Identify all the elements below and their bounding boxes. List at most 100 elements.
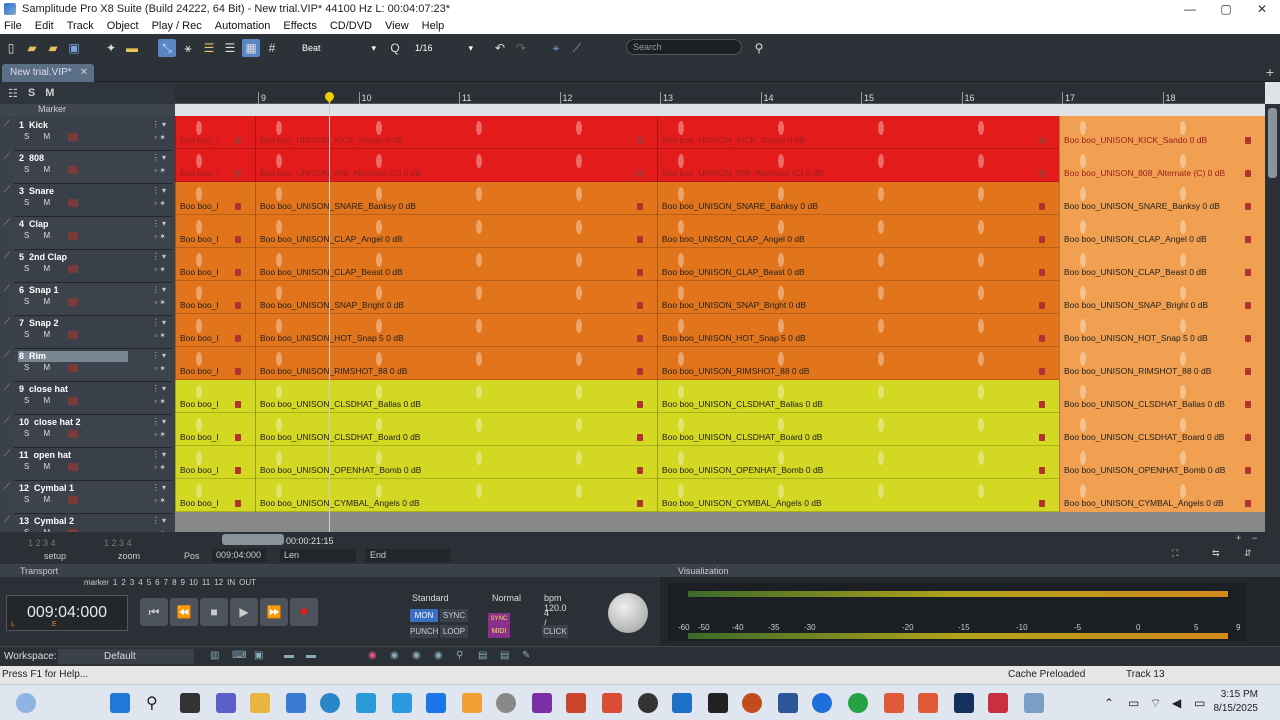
clip-lock-icon[interactable]: [1039, 236, 1045, 243]
marker-12[interactable]: 12: [214, 578, 223, 587]
track-automation-toggle[interactable]: ⟋: [0, 118, 14, 151]
volume-icon[interactable]: ◀: [1172, 696, 1181, 710]
marker-3[interactable]: 3: [130, 578, 134, 587]
track-automation-toggle[interactable]: ⟋: [0, 415, 14, 448]
record-arm-button[interactable]: [68, 430, 78, 438]
horizontal-scrollbar-thumb[interactable]: [222, 534, 284, 545]
wand-icon[interactable]: ⟋: [568, 39, 586, 57]
mixer-icon[interactable]: ▥: [210, 650, 226, 664]
menu-track[interactable]: Track: [67, 20, 94, 32]
track-header[interactable]: 9 close hat S M ⋮ ▾ ▫ ✶: [14, 382, 172, 415]
clip-lock-icon[interactable]: [1245, 236, 1251, 243]
track-menu-icon[interactable]: ⋮ ▾: [152, 219, 166, 228]
onenote-icon[interactable]: [532, 693, 552, 713]
audio-clip[interactable]: Boo boo_I: [175, 248, 255, 281]
track-lane[interactable]: Boo boo_I Boo boo_UNISON_CLAP_Beast 0 dB B…: [175, 248, 1265, 281]
track-header[interactable]: 8 Rim S M ⋮ ▾ ▫ ✶: [14, 349, 172, 382]
clip-lock-icon[interactable]: [637, 203, 643, 210]
record-arm-button[interactable]: [68, 331, 78, 339]
audio-clip[interactable]: Boo boo_UNISON_CYMBAL_Angels 0 dB: [255, 479, 657, 512]
tape-icon[interactable]: ▬: [284, 650, 300, 664]
track-header[interactable]: 12 Cymbal 1S M ⋮ ▾ ▫ ✶: [14, 481, 172, 514]
audio-clip[interactable]: Boo boo_UNISON_CLAP_Beast 0 dB: [1059, 248, 1265, 281]
track-automation-toggle[interactable]: ⟋: [0, 250, 14, 283]
whatsapp-icon[interactable]: [848, 693, 868, 713]
app-icon[interactable]: [1024, 693, 1044, 713]
track-automation-toggle[interactable]: ⟋: [0, 184, 14, 217]
audio-clip[interactable]: Boo boo_UNISON_KICK_Sando 0 dB: [657, 116, 1059, 149]
clip-lock-icon[interactable]: [1245, 368, 1251, 375]
clip-lock-icon[interactable]: [235, 335, 241, 342]
clip-lock-icon[interactable]: [235, 401, 241, 408]
audio-clip[interactable]: Boo boo_UNISON_CYMBAL_Angels 0 dB: [1059, 479, 1265, 512]
track-header[interactable]: 7 Snap 2S M ⋮ ▾ ▫ ✶: [14, 316, 172, 349]
audio-clip[interactable]: Boo boo_I: [175, 116, 255, 149]
transport-clock[interactable]: 009:04:000 L E: [6, 595, 128, 631]
track-lane[interactable]: Boo boo_I Boo boo_UNISON_OPENHAT_Bomb 0 d…: [175, 446, 1265, 479]
track-automation-toggle[interactable]: ⟋: [0, 382, 14, 415]
clip-lock-icon[interactable]: [1245, 269, 1251, 276]
sync-button[interactable]: SYNC: [440, 609, 468, 622]
solo-mute-buttons[interactable]: S M: [24, 264, 56, 273]
track-lane[interactable]: Boo boo_I Boo boo_UNISON_SNARE_Banksy 0 d…: [175, 182, 1265, 215]
list-icon[interactable]: ☰: [221, 39, 239, 57]
track-lane[interactable]: Boo boo_I Boo boo_UNISON_CLAP_Angel 0 dB B…: [175, 215, 1265, 248]
clip-lock-icon[interactable]: [1039, 434, 1045, 441]
clip-lock-icon[interactable]: [1245, 401, 1251, 408]
track-name[interactable]: 12 Cymbal 1: [18, 483, 128, 494]
audio-clip[interactable]: Boo boo_I: [175, 149, 255, 182]
menu-help[interactable]: Help: [422, 20, 445, 32]
track-lane[interactable]: Boo boo_I Boo boo_UNISON_KICK_Sando 0 dB B…: [175, 116, 1265, 149]
folder-icon[interactable]: ▰: [44, 39, 62, 57]
solo-mute-buttons[interactable]: S M: [24, 132, 56, 141]
clip-lock-icon[interactable]: [235, 137, 241, 144]
mon-button[interactable]: MON: [410, 609, 438, 622]
audio-clip[interactable]: Boo boo_UNISON_RIMSHOT_88 0 dB: [255, 347, 657, 380]
audio-clip[interactable]: Boo boo_I: [175, 281, 255, 314]
app-icon[interactable]: [918, 693, 938, 713]
clip-lock-icon[interactable]: [637, 434, 643, 441]
timeline-ruler[interactable]: 9 10 11 12 13 14 15 16 17 18: [175, 92, 1265, 104]
track-menu-icon[interactable]: ⋮ ▾: [152, 153, 166, 162]
clip-lock-icon[interactable]: [1039, 467, 1045, 474]
clip-lock-icon[interactable]: [1039, 368, 1045, 375]
clip-lock-icon[interactable]: [1039, 401, 1045, 408]
solo-mute-buttons[interactable]: S M: [24, 363, 56, 372]
clip-lock-icon[interactable]: [1245, 434, 1251, 441]
track-fx-icon[interactable]: ▫ ✶: [154, 232, 166, 241]
track-automation-toggle[interactable]: ⟋: [0, 481, 14, 514]
close-icon[interactable]: ✕: [1244, 0, 1280, 18]
undo-icon[interactable]: ↶: [491, 39, 509, 57]
chrome-icon[interactable]: [638, 693, 658, 713]
start-icon[interactable]: [110, 693, 130, 713]
track-fx-icon[interactable]: ▫ ✶: [154, 430, 166, 439]
analyzer-icon[interactable]: ▤: [478, 650, 494, 664]
audio-clip[interactable]: Boo boo_UNISON_CLSDHAT_Board 0 dB: [255, 413, 657, 446]
track-lane[interactable]: Boo boo_I Boo boo_UNISON_CYMBAL_Angels 0 …: [175, 479, 1265, 512]
save-icon[interactable]: ▣: [65, 39, 83, 57]
audio-clip[interactable]: Boo boo_I: [175, 413, 255, 446]
marker-6[interactable]: 6: [155, 578, 159, 587]
len-field[interactable]: Len: [280, 549, 356, 562]
track-header[interactable]: 5 2nd Clap S M ⋮ ▾ ▫ ✶: [14, 250, 172, 283]
clip-lock-icon[interactable]: [235, 203, 241, 210]
track-name[interactable]: 3 Snare: [18, 186, 128, 197]
audio-clip[interactable]: Boo boo_UNISON_SNAP_Bright 0 dB: [1059, 281, 1265, 314]
track-fx-icon[interactable]: ▫ ✶: [154, 166, 166, 175]
tool-icon[interactable]: ⌖: [547, 39, 565, 57]
track-fx-icon[interactable]: ▫ ✶: [154, 133, 166, 142]
track-header[interactable]: 3 Snare S M ⋮ ▾ ▫ ✶: [14, 184, 172, 217]
marker-8[interactable]: 8: [172, 578, 176, 587]
in-button[interactable]: IN: [227, 578, 235, 587]
menu-effects[interactable]: Effects: [283, 20, 316, 32]
snap-mode-select[interactable]: Beat ▾: [294, 40, 380, 56]
audio-clip[interactable]: Boo boo_UNISON_RIMSHOT_88 0 dB: [657, 347, 1059, 380]
clip-lock-icon[interactable]: [637, 269, 643, 276]
scroll-thumb[interactable]: [1268, 108, 1277, 178]
app-icon[interactable]: [812, 693, 832, 713]
menu-object[interactable]: Object: [107, 20, 139, 32]
eq-icon[interactable]: ◉: [368, 650, 384, 664]
search-icon[interactable]: ⚲: [750, 39, 768, 57]
audio-clip[interactable]: Boo boo_UNISON_CLAP_Angel 0 dB: [1059, 215, 1265, 248]
track-menu-icon[interactable]: ⋮ ▾: [152, 120, 166, 129]
